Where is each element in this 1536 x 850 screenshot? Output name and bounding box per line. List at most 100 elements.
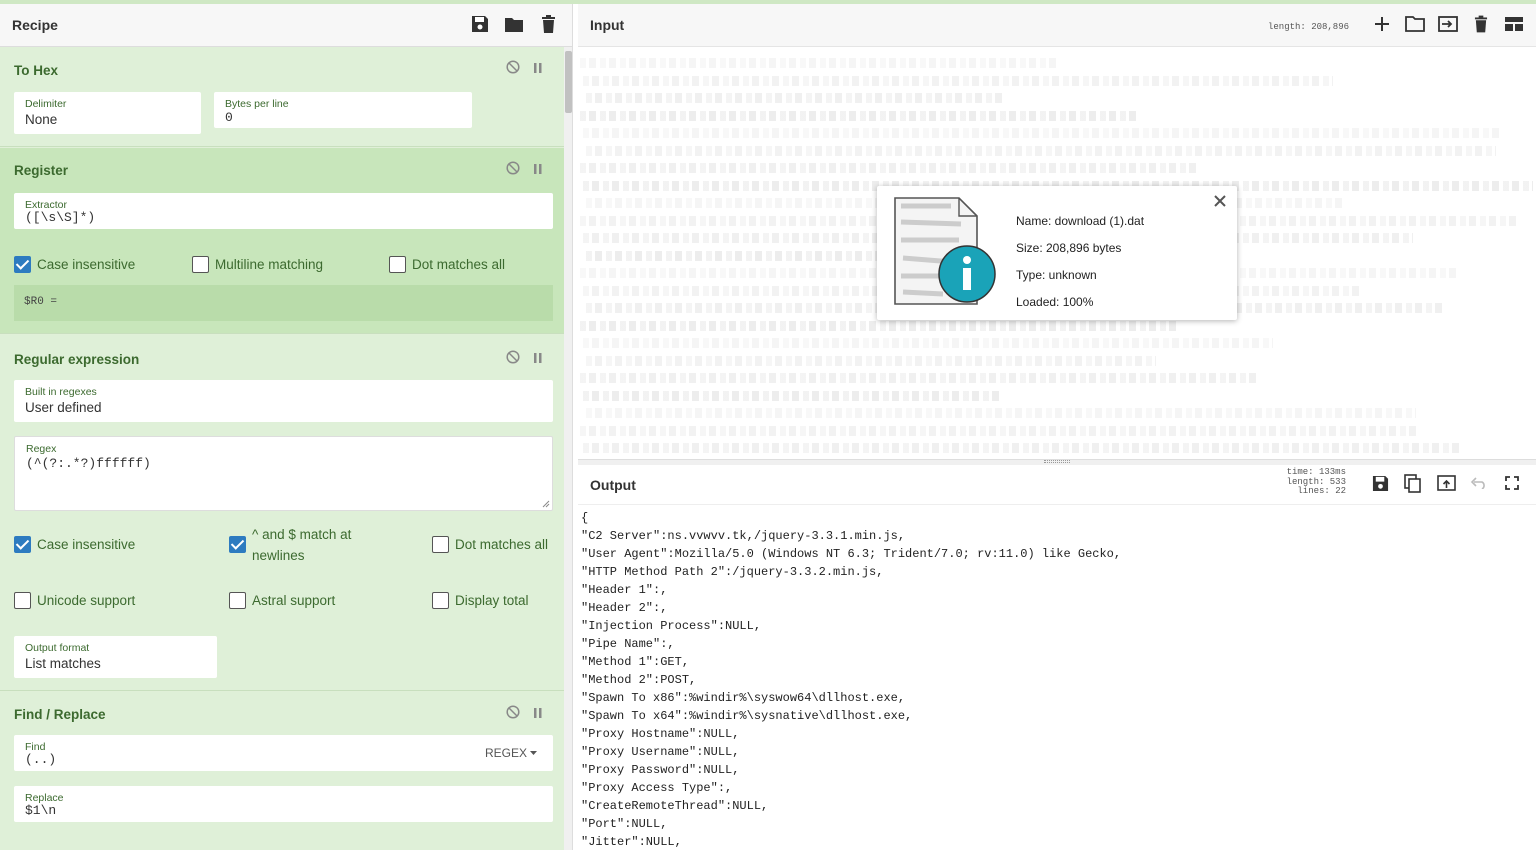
- input-title: Input: [590, 17, 625, 33]
- resize-handle-icon[interactable]: [542, 500, 550, 508]
- checkbox-box[interactable]: [14, 256, 31, 273]
- output-line: "Method 2":POST,: [581, 673, 697, 687]
- output-title: Output: [590, 476, 636, 493]
- input-binary-line: [586, 145, 1496, 156]
- output-line: "C2 Server":ns.vvwvv.tk,/jquery-3.3.1.mi…: [581, 529, 906, 543]
- checkbox-label-line1: ^ and $ match at: [252, 527, 352, 542]
- input-binary-line: [580, 163, 1200, 173]
- clear-input-trash-icon[interactable]: [1471, 14, 1491, 34]
- breakpoint-pause-icon[interactable]: [532, 162, 544, 180]
- checkbox-box[interactable]: [229, 592, 246, 609]
- disable-icon[interactable]: [506, 161, 520, 180]
- regex-textarea[interactable]: Regex (^(?:.*?)ffffff): [14, 436, 553, 511]
- disable-icon[interactable]: [506, 705, 520, 724]
- save-recipe-icon[interactable]: [470, 14, 490, 34]
- checkbox-label: Unicode support: [37, 593, 136, 608]
- field-value: (^(?:.*?)ffffff): [26, 456, 151, 471]
- checkbox-label-line2: newlines: [252, 548, 305, 563]
- disable-icon[interactable]: [506, 60, 520, 79]
- resize-grip[interactable]: [1044, 460, 1070, 463]
- find-input[interactable]: Find (..) REGEX: [14, 735, 553, 771]
- operation-title: Register: [14, 163, 69, 178]
- output-text-area[interactable]: {"C2 Server":ns.vvwvv.tk,/jquery-3.3.1.m…: [581, 509, 1121, 850]
- add-tab-plus-icon[interactable]: [1372, 14, 1392, 34]
- output-line: "Header 1":,: [581, 583, 668, 597]
- input-binary-line: [580, 110, 1140, 121]
- multiline-matching-checkbox[interactable]: Multiline matching: [192, 254, 323, 275]
- field-value: ([\s\S]*): [25, 210, 96, 225]
- display-total-checkbox[interactable]: Display total: [432, 590, 529, 611]
- close-icon[interactable]: [1213, 194, 1227, 208]
- bytes-per-line-input[interactable]: Bytes per line 0: [214, 92, 472, 128]
- unicode-support-checkbox[interactable]: Unicode support: [14, 590, 135, 611]
- checkbox-label: Display total: [455, 593, 529, 608]
- extractor-input[interactable]: Extractor ([\s\S]*): [14, 193, 553, 229]
- file-details-card: Name: download (1).dat Size: 208,896 byt…: [877, 186, 1237, 320]
- checkbox-label: Dot matches all: [455, 537, 549, 552]
- checkbox-label: Multiline matching: [215, 257, 324, 272]
- output-line: "User Agent":Mozilla/5.0 (Windows NT 6.3…: [581, 547, 1122, 561]
- delimiter-select[interactable]: Delimiter None: [14, 92, 201, 134]
- checkbox-box[interactable]: [389, 256, 406, 273]
- disable-icon[interactable]: [506, 350, 520, 369]
- operation-title: To Hex: [14, 63, 59, 78]
- open-file-icon[interactable]: [1438, 14, 1458, 34]
- case-insensitive-checkbox[interactable]: Case insensitive: [14, 534, 135, 555]
- output-line: "Injection Process":NULL,: [581, 619, 762, 633]
- replace-input-with-output-icon[interactable]: [1436, 473, 1456, 493]
- output-line: "Jitter":NULL,: [581, 835, 682, 849]
- checkbox-box[interactable]: [192, 256, 209, 273]
- output-line: "Header 2":,: [581, 601, 668, 615]
- output-line: "Spawn To x86":%windir%\syswow64\dllhost…: [581, 691, 906, 705]
- load-recipe-folder-icon[interactable]: [504, 14, 524, 34]
- checkbox-box[interactable]: [432, 536, 449, 553]
- input-binary-line: [580, 58, 1060, 68]
- operation-regular-expression[interactable]: Regular expression Built in regexes User…: [0, 335, 564, 691]
- output-line: "Proxy Password":NULL,: [581, 763, 740, 777]
- operation-to-hex[interactable]: To Hex Delimiter None Bytes per line 0: [0, 47, 564, 147]
- output-line: "Spawn To x64":%windir%\sysnative\dllhos…: [581, 709, 913, 723]
- astral-support-checkbox[interactable]: Astral support: [229, 590, 335, 611]
- recipe-operations-list: To Hex Delimiter None Bytes per line 0 R…: [0, 47, 564, 850]
- dot-matches-all-checkbox[interactable]: Dot matches all: [432, 534, 548, 555]
- checkbox-box[interactable]: [14, 592, 31, 609]
- breakpoint-pause-icon[interactable]: [532, 351, 544, 369]
- input-binary-line: [580, 425, 1420, 436]
- input-length-label: length: 208,896: [1268, 22, 1350, 32]
- checkbox-box[interactable]: [229, 536, 246, 553]
- recipe-scrollbar[interactable]: [564, 47, 572, 850]
- field-value: User defined: [25, 400, 102, 415]
- clear-recipe-trash-icon[interactable]: [538, 14, 558, 34]
- scrollbar-thumb[interactable]: [565, 51, 572, 113]
- dot-matches-all-checkbox[interactable]: Dot matches all: [389, 254, 505, 275]
- find-mode-dropdown[interactable]: REGEX: [485, 746, 537, 760]
- copy-output-icon[interactable]: [1403, 473, 1423, 493]
- checkbox-box[interactable]: [14, 536, 31, 553]
- find-mode-label: REGEX: [484, 746, 527, 760]
- save-output-icon[interactable]: [1370, 473, 1390, 493]
- maximize-output-icon[interactable]: [1502, 473, 1522, 493]
- replace-input[interactable]: Replace $1\n: [14, 786, 553, 822]
- case-insensitive-checkbox[interactable]: Case insensitive: [14, 254, 135, 275]
- file-info-icon: [894, 197, 996, 305]
- breakpoint-pause-icon[interactable]: [532, 706, 544, 724]
- operation-title: Find / Replace: [14, 707, 106, 722]
- operation-find-replace[interactable]: Find / Replace Find (..) REGEX Replace $…: [0, 692, 564, 850]
- output-line: "Proxy Access Type":,: [581, 781, 733, 795]
- layout-reset-icon[interactable]: [1504, 14, 1524, 34]
- breakpoint-pause-icon[interactable]: [532, 61, 544, 79]
- input-binary-line: [586, 408, 1416, 418]
- field-label: Delimiter: [25, 98, 67, 110]
- checkbox-box[interactable]: [432, 592, 449, 609]
- output-pane: Output time: 133ms length: 533 lines: 22…: [578, 465, 1536, 850]
- output-line: "Method 1":GET,: [581, 655, 690, 669]
- output-line: "Proxy Hostname":NULL,: [581, 727, 740, 741]
- multiline-anchors-checkbox[interactable]: ^ and $ match at newlines: [229, 524, 351, 566]
- undo-icon[interactable]: [1469, 473, 1489, 493]
- open-folder-icon[interactable]: [1405, 14, 1425, 34]
- field-label: Built in regexes: [25, 386, 97, 398]
- field-value: List matches: [25, 656, 101, 671]
- recipe-header: Recipe: [0, 4, 572, 47]
- output-format-select[interactable]: Output format List matches: [14, 636, 217, 678]
- built-in-regexes-select[interactable]: Built in regexes User defined: [14, 380, 553, 422]
